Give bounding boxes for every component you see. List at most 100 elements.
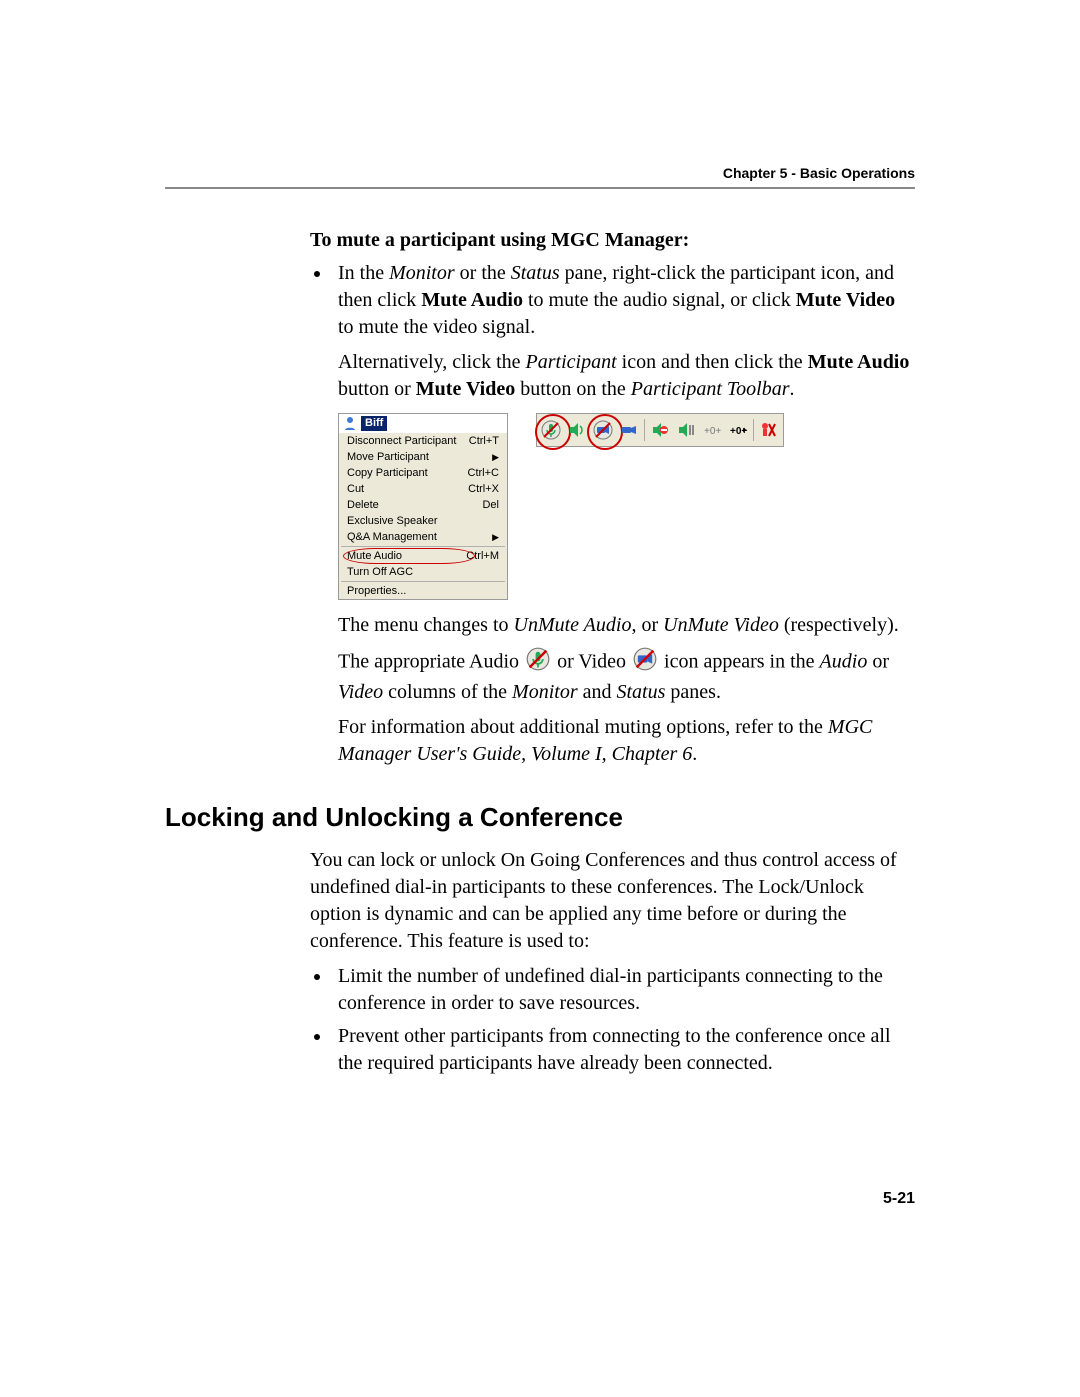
label: Mute Audio bbox=[347, 549, 402, 563]
menu-item-move[interactable]: Move Participant ▶ bbox=[339, 449, 507, 465]
text: panes. bbox=[665, 681, 721, 703]
shortcut: Ctrl+X bbox=[468, 482, 499, 496]
label: Properties... bbox=[347, 584, 406, 598]
text: In the bbox=[338, 262, 389, 284]
text: . bbox=[790, 378, 795, 400]
bullet-item: Limit the number of undefined dial-in pa… bbox=[332, 963, 915, 1017]
procedure-bullets: In the Monitor or the Status pane, right… bbox=[310, 260, 915, 768]
text: to mute the video signal. bbox=[338, 316, 535, 338]
procedure-title: To mute a participant using MGC Manager: bbox=[310, 229, 915, 252]
mute-video-button[interactable] bbox=[591, 418, 615, 442]
text: Mute Video bbox=[416, 378, 515, 400]
label: Copy Participant bbox=[347, 466, 428, 480]
text: For information about additional muting … bbox=[338, 716, 828, 738]
alt-paragraph: Alternatively, click the Participant ico… bbox=[338, 349, 915, 403]
menu-separator bbox=[341, 546, 505, 547]
participant-node[interactable]: Biff bbox=[339, 414, 507, 433]
text: icon appears in the bbox=[664, 650, 820, 672]
text: Audio bbox=[820, 650, 868, 672]
label: Exclusive Speaker bbox=[347, 514, 438, 528]
bullet-item: In the Monitor or the Status pane, right… bbox=[332, 260, 915, 768]
menu-item-mute-audio[interactable]: Mute Audio Ctrl+M bbox=[339, 548, 507, 564]
screenshot-row: Biff Disconnect Participant Ctrl+T Move … bbox=[338, 413, 915, 600]
text: , or bbox=[631, 614, 663, 636]
text: Mute Audio bbox=[808, 351, 910, 373]
text: icon and then click the bbox=[617, 351, 808, 373]
suspend-video-button[interactable] bbox=[674, 418, 698, 442]
text: Participant Toolbar bbox=[631, 378, 790, 400]
section-heading-lock: Locking and Unlocking a Conference bbox=[165, 802, 915, 833]
chapter-header: Chapter 5 - Basic Operations bbox=[165, 165, 915, 181]
text: or bbox=[867, 650, 889, 672]
user-icon bbox=[343, 416, 357, 430]
lock-intro-paragraph: You can lock or unlock On Going Conferen… bbox=[310, 847, 915, 955]
text: The menu changes to bbox=[338, 614, 514, 636]
text: UnMute Video bbox=[663, 614, 779, 636]
text: or Video bbox=[557, 650, 631, 672]
lock-bullets: Limit the number of undefined dial-in pa… bbox=[310, 963, 915, 1077]
text: Mute Video bbox=[796, 289, 895, 311]
text: to mute the audio signal, or click bbox=[523, 289, 796, 311]
menu-item-qa-management[interactable]: Q&A Management ▶ bbox=[339, 529, 507, 545]
text: Alternatively, click the bbox=[338, 351, 526, 373]
menu-item-turn-off-agc[interactable]: Turn Off AGC bbox=[339, 564, 507, 580]
context-menu-items: Disconnect Participant Ctrl+T Move Parti… bbox=[339, 433, 507, 599]
submenu-arrow-icon: ▶ bbox=[492, 450, 499, 464]
context-menu: Biff Disconnect Participant Ctrl+T Move … bbox=[338, 413, 508, 600]
text: and bbox=[578, 681, 617, 703]
label: Disconnect Participant bbox=[347, 434, 456, 448]
audio-muted-icon bbox=[526, 647, 550, 679]
menu-separator bbox=[341, 581, 505, 582]
label: Delete bbox=[347, 498, 379, 512]
submenu-arrow-icon: ▶ bbox=[492, 530, 499, 544]
header-rule bbox=[165, 187, 915, 189]
speaker-button[interactable] bbox=[565, 418, 589, 442]
block-audio-button[interactable] bbox=[648, 418, 672, 442]
participant-toolbar bbox=[536, 413, 784, 447]
label: Move Participant bbox=[347, 450, 429, 464]
shortcut: Ctrl+M bbox=[466, 549, 499, 563]
text: Video bbox=[338, 681, 383, 703]
toolbar-separator bbox=[753, 419, 754, 441]
shortcut: Ctrl+T bbox=[469, 434, 499, 448]
text: Monitor bbox=[389, 262, 455, 284]
page-content: Chapter 5 - Basic Operations To mute a p… bbox=[165, 165, 915, 1087]
text: UnMute Audio bbox=[514, 614, 632, 636]
menu-item-properties[interactable]: Properties... bbox=[339, 583, 507, 599]
text: . bbox=[692, 743, 697, 765]
icon-paragraph: The appropriate Audio or Video icon appe… bbox=[338, 647, 915, 706]
menu-item-cut[interactable]: Cut Ctrl+X bbox=[339, 481, 507, 497]
page-number: 5-21 bbox=[165, 1190, 915, 1208]
label: Turn Off AGC bbox=[347, 565, 413, 579]
text: or the bbox=[455, 262, 511, 284]
toolbar-separator bbox=[644, 419, 645, 441]
bullet-item: Prevent other participants from connecti… bbox=[332, 1023, 915, 1077]
menu-item-exclusive-speaker[interactable]: Exclusive Speaker bbox=[339, 513, 507, 529]
video-muted-icon bbox=[633, 647, 657, 679]
text: button or bbox=[338, 378, 416, 400]
shortcut: Del bbox=[482, 498, 499, 512]
text: (respectively). bbox=[779, 614, 899, 636]
text: columns of the bbox=[383, 681, 512, 703]
label: Cut bbox=[347, 482, 364, 496]
menu-item-copy[interactable]: Copy Participant Ctrl+C bbox=[339, 465, 507, 481]
camera-button[interactable] bbox=[617, 418, 641, 442]
menu-item-disconnect[interactable]: Disconnect Participant Ctrl+T bbox=[339, 433, 507, 449]
text: Status bbox=[511, 262, 560, 284]
shortcut: Ctrl+C bbox=[468, 466, 499, 480]
menu-item-delete[interactable]: Delete Del bbox=[339, 497, 507, 513]
text: Monitor bbox=[512, 681, 578, 703]
agc-on-button[interactable] bbox=[726, 418, 750, 442]
mute-audio-button[interactable] bbox=[539, 418, 563, 442]
menu-change-paragraph: The menu changes to UnMute Audio, or UnM… bbox=[338, 612, 915, 639]
agc-off-button[interactable] bbox=[700, 418, 724, 442]
text: The appropriate Audio bbox=[338, 650, 524, 672]
text: Status bbox=[617, 681, 666, 703]
text: Mute Audio bbox=[421, 289, 523, 311]
remove-participant-button[interactable] bbox=[757, 418, 781, 442]
text: button on the bbox=[515, 378, 631, 400]
label: Q&A Management bbox=[347, 530, 437, 544]
participant-name-label: Biff bbox=[361, 416, 387, 431]
text: Participant bbox=[526, 351, 617, 373]
info-paragraph: For information about additional muting … bbox=[338, 714, 915, 768]
